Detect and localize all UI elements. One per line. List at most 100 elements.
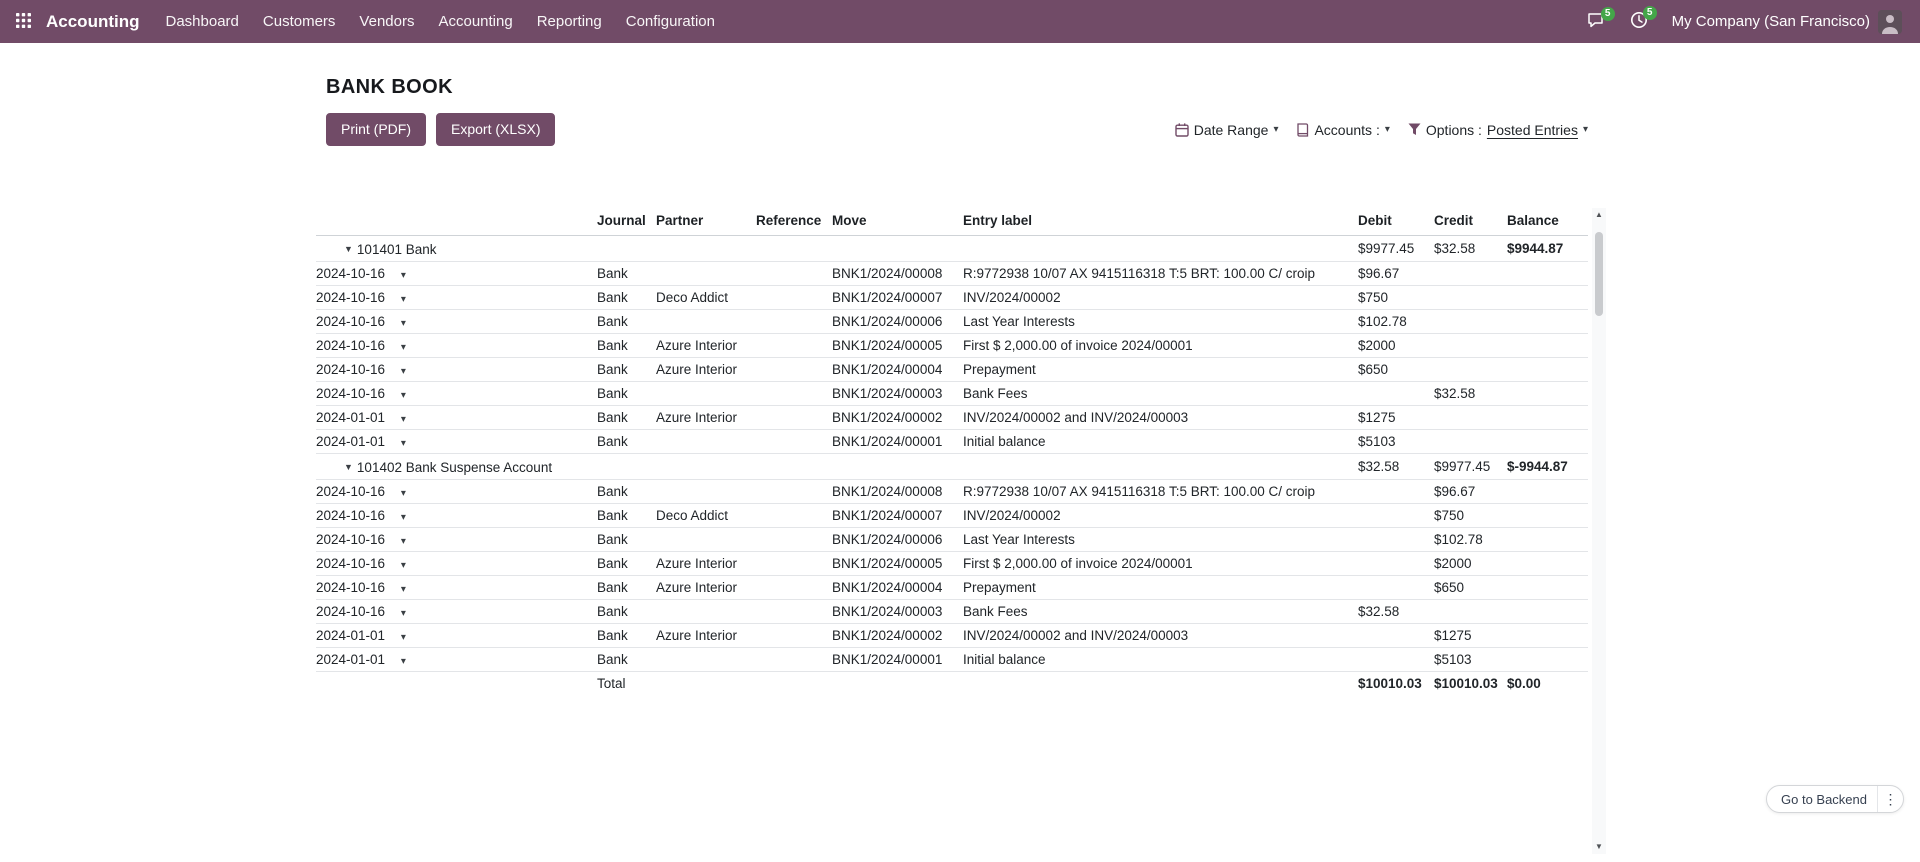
table-row: 2024-10-16 ▾ Bank Azure Interior BNK1/20… bbox=[316, 552, 1588, 576]
chevron-down-icon: ▾ bbox=[401, 608, 406, 619]
row-debit bbox=[1358, 624, 1434, 648]
row-move: BNK1/2024/00007 bbox=[832, 504, 963, 528]
row-credit bbox=[1434, 310, 1507, 334]
row-partner bbox=[656, 262, 756, 286]
kebab-menu-button[interactable]: ⋮ bbox=[1877, 786, 1903, 812]
row-date: 2024-10-16 bbox=[316, 604, 385, 619]
table-row: 2024-01-01 ▾ Bank BNK1/2024/00001 Initia… bbox=[316, 648, 1588, 672]
menu-vendors[interactable]: Vendors bbox=[347, 0, 426, 43]
row-journal: Bank bbox=[597, 430, 656, 454]
menu-customers[interactable]: Customers bbox=[251, 0, 348, 43]
app-brand[interactable]: Accounting bbox=[46, 12, 140, 32]
row-dropdown-button[interactable]: ▾ bbox=[401, 561, 406, 571]
row-date: 2024-10-16 bbox=[316, 362, 385, 377]
chevron-down-icon: ▾ bbox=[401, 342, 406, 353]
account-group-row[interactable]: ▼ 101402 Bank Suspense Account $32.58 $9… bbox=[316, 454, 1588, 480]
menu-accounting[interactable]: Accounting bbox=[426, 0, 524, 43]
book-icon bbox=[1296, 123, 1309, 137]
print-pdf-button[interactable]: Print (PDF) bbox=[326, 113, 426, 146]
row-dropdown-button[interactable]: ▾ bbox=[401, 391, 406, 401]
date-range-filter[interactable]: Date Range ▾ bbox=[1175, 122, 1279, 138]
scrollbar-thumb[interactable] bbox=[1595, 232, 1603, 316]
go-to-backend-button[interactable]: Go to Backend bbox=[1767, 786, 1877, 812]
accounts-filter[interactable]: Accounts : ▾ bbox=[1296, 122, 1389, 138]
row-journal: Bank bbox=[597, 624, 656, 648]
options-selected-value: Posted Entries bbox=[1487, 122, 1578, 138]
apps-grid-icon bbox=[16, 13, 31, 31]
table-row: 2024-01-01 ▾ Bank Azure Interior BNK1/20… bbox=[316, 406, 1588, 430]
row-dropdown-button[interactable]: ▾ bbox=[401, 367, 406, 377]
row-reference bbox=[756, 480, 832, 504]
table-row: 2024-01-01 ▾ Bank BNK1/2024/00001 Initia… bbox=[316, 430, 1588, 454]
row-date: 2024-10-16 bbox=[316, 556, 385, 571]
row-move: BNK1/2024/00003 bbox=[832, 600, 963, 624]
menu-reporting[interactable]: Reporting bbox=[525, 0, 614, 43]
row-move: BNK1/2024/00005 bbox=[832, 334, 963, 358]
row-entry-label: First $ 2,000.00 of invoice 2024/00001 bbox=[963, 552, 1358, 576]
row-partner: Deco Addict bbox=[656, 286, 756, 310]
actions-row: Print (PDF) Export (XLSX) Date Range ▾ bbox=[316, 113, 1588, 146]
row-journal: Bank bbox=[597, 406, 656, 430]
row-move: BNK1/2024/00002 bbox=[832, 624, 963, 648]
header-partner: Partner bbox=[656, 208, 756, 236]
row-date: 2024-01-01 bbox=[316, 652, 385, 667]
table-scrollbar[interactable]: ▲ ▼ bbox=[1592, 208, 1606, 854]
row-balance bbox=[1507, 480, 1588, 504]
messages-button[interactable]: 5 bbox=[1577, 6, 1616, 38]
group-balance: $9944.87 bbox=[1507, 236, 1588, 262]
row-dropdown-button[interactable]: ▾ bbox=[401, 319, 406, 329]
row-journal: Bank bbox=[597, 382, 656, 406]
row-dropdown-button[interactable]: ▾ bbox=[401, 537, 406, 547]
collapse-caret-icon[interactable]: ▼ bbox=[344, 241, 353, 258]
row-balance bbox=[1507, 552, 1588, 576]
row-partner: Deco Addict bbox=[656, 504, 756, 528]
row-dropdown-button[interactable]: ▾ bbox=[401, 609, 406, 619]
menu-dashboard[interactable]: Dashboard bbox=[154, 0, 251, 43]
row-balance bbox=[1507, 504, 1588, 528]
scroll-up-arrow-icon[interactable]: ▲ bbox=[1595, 211, 1603, 219]
row-entry-label: Last Year Interests bbox=[963, 528, 1358, 552]
row-reference bbox=[756, 430, 832, 454]
table-row: 2024-10-16 ▾ Bank Deco Addict BNK1/2024/… bbox=[316, 286, 1588, 310]
row-dropdown-button[interactable]: ▾ bbox=[401, 343, 406, 353]
account-group-row[interactable]: ▼ 101401 Bank $9977.45 $32.58 $9944.87 bbox=[316, 236, 1588, 262]
row-dropdown-button[interactable]: ▾ bbox=[401, 657, 406, 667]
row-partner bbox=[656, 480, 756, 504]
row-entry-label: Bank Fees bbox=[963, 600, 1358, 624]
row-journal: Bank bbox=[597, 286, 656, 310]
row-date: 2024-10-16 bbox=[316, 338, 385, 353]
kebab-icon: ⋮ bbox=[1884, 791, 1898, 808]
user-menu[interactable]: My Company (San Francisco) bbox=[1662, 10, 1906, 34]
header-journal: Journal bbox=[597, 208, 656, 236]
date-range-label: Date Range bbox=[1194, 122, 1269, 138]
menu-configuration[interactable]: Configuration bbox=[614, 0, 727, 43]
table-header-row: Journal Partner Reference Move Entry lab… bbox=[316, 208, 1588, 236]
apps-menu-button[interactable] bbox=[0, 0, 46, 43]
scroll-down-arrow-icon[interactable]: ▼ bbox=[1595, 843, 1603, 851]
options-filter[interactable]: Options :Posted Entries ▾ bbox=[1408, 122, 1588, 138]
messages-badge: 5 bbox=[1601, 7, 1615, 21]
row-reference bbox=[756, 262, 832, 286]
row-balance bbox=[1507, 576, 1588, 600]
row-dropdown-button[interactable]: ▾ bbox=[401, 489, 406, 499]
row-entry-label: Bank Fees bbox=[963, 382, 1358, 406]
row-reference bbox=[756, 576, 832, 600]
avatar[interactable] bbox=[1878, 10, 1902, 34]
row-dropdown-button[interactable]: ▾ bbox=[401, 585, 406, 595]
activities-button[interactable]: 5 bbox=[1620, 5, 1658, 38]
export-xlsx-button[interactable]: Export (XLSX) bbox=[436, 113, 555, 146]
row-balance bbox=[1507, 648, 1588, 672]
row-dropdown-button[interactable]: ▾ bbox=[401, 439, 406, 449]
row-dropdown-button[interactable]: ▾ bbox=[401, 513, 406, 523]
table-row: 2024-10-16 ▾ Bank BNK1/2024/00006 Last Y… bbox=[316, 528, 1588, 552]
row-dropdown-button[interactable]: ▾ bbox=[401, 633, 406, 643]
collapse-caret-icon[interactable]: ▼ bbox=[344, 459, 353, 476]
row-balance bbox=[1507, 430, 1588, 454]
row-dropdown-button[interactable]: ▾ bbox=[401, 271, 406, 281]
row-dropdown-button[interactable]: ▾ bbox=[401, 295, 406, 305]
chevron-down-icon: ▾ bbox=[401, 270, 406, 281]
row-dropdown-button[interactable]: ▾ bbox=[401, 415, 406, 425]
row-reference bbox=[756, 382, 832, 406]
header-move: Move bbox=[832, 208, 963, 236]
account-group-label: 101402 Bank Suspense Account bbox=[357, 459, 552, 476]
